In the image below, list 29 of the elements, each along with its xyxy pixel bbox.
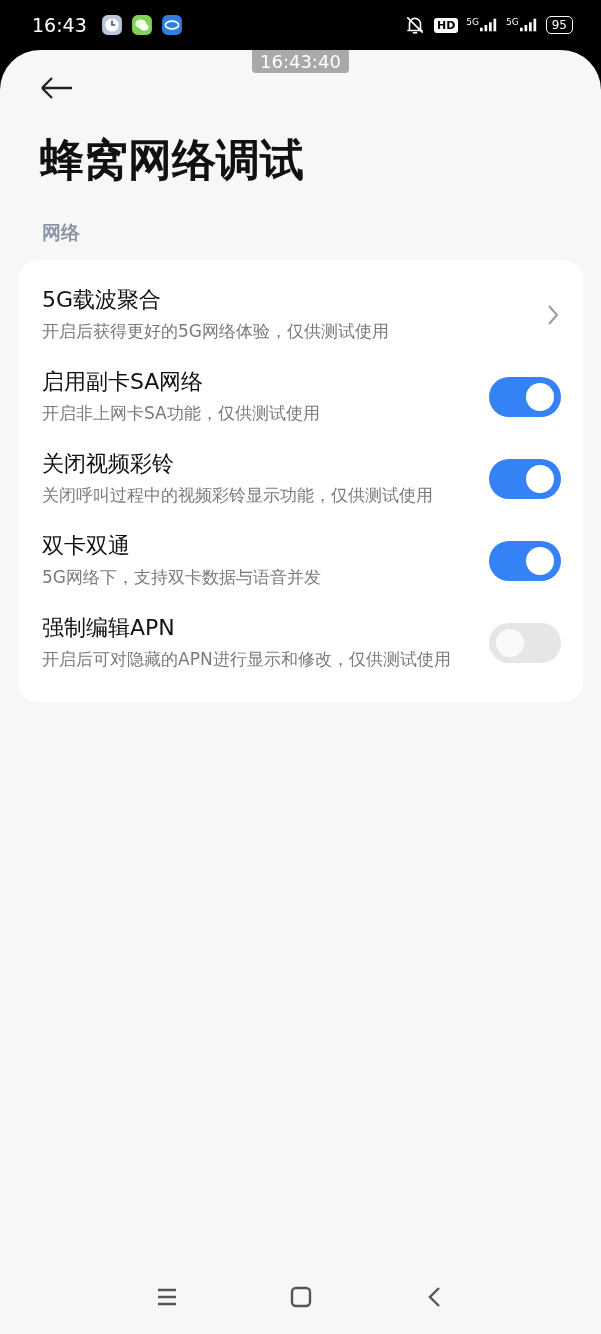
hd-badge: HD bbox=[433, 17, 459, 33]
setting-title: 双卡双通 bbox=[42, 532, 131, 560]
status-time: 16:43 bbox=[32, 14, 87, 36]
timestamp-overlay: 16:43:40 bbox=[252, 50, 349, 73]
setting-description: 开启后可对隐藏的APN进行显示和修改，仅供测试使用 bbox=[42, 648, 452, 671]
toggle-switch[interactable] bbox=[489, 541, 561, 581]
battery-level: 95 bbox=[545, 16, 573, 34]
setting-description: 5G网络下，支持双卡数据与语音并发 bbox=[42, 566, 322, 589]
setting-description: 开启后获得更好的5G网络体验，仅供测试使用 bbox=[42, 320, 390, 343]
page-title: 蜂窝网络调试 bbox=[40, 133, 305, 187]
setting-title: 强制编辑APN bbox=[42, 614, 176, 642]
network-type: 5G bbox=[506, 18, 519, 27]
setting-description: 关闭呼叫过程中的视频彩铃显示功能，仅供测试使用 bbox=[42, 484, 434, 507]
back-button[interactable] bbox=[40, 76, 74, 100]
toggle-switch[interactable] bbox=[489, 459, 561, 499]
signal-icon bbox=[519, 18, 538, 32]
setting-title: 关闭视频彩铃 bbox=[42, 450, 175, 478]
setting-description: 开启非上网卡SA功能，仅供测试使用 bbox=[42, 402, 321, 425]
toggle-switch[interactable] bbox=[489, 377, 561, 417]
toggle-switch[interactable] bbox=[489, 623, 561, 663]
setting-title: 启用副卡SA网络 bbox=[42, 368, 205, 396]
chat-icon bbox=[130, 14, 153, 36]
section-header: 网络 bbox=[42, 220, 81, 245]
chevron-icon[interactable] bbox=[547, 304, 559, 326]
setting-title: 5G载波聚合 bbox=[42, 286, 163, 314]
signal-icon bbox=[480, 18, 498, 32]
network-type: 5G bbox=[466, 18, 479, 27]
home-icon[interactable] bbox=[288, 1285, 313, 1309]
clock-icon bbox=[100, 14, 123, 36]
